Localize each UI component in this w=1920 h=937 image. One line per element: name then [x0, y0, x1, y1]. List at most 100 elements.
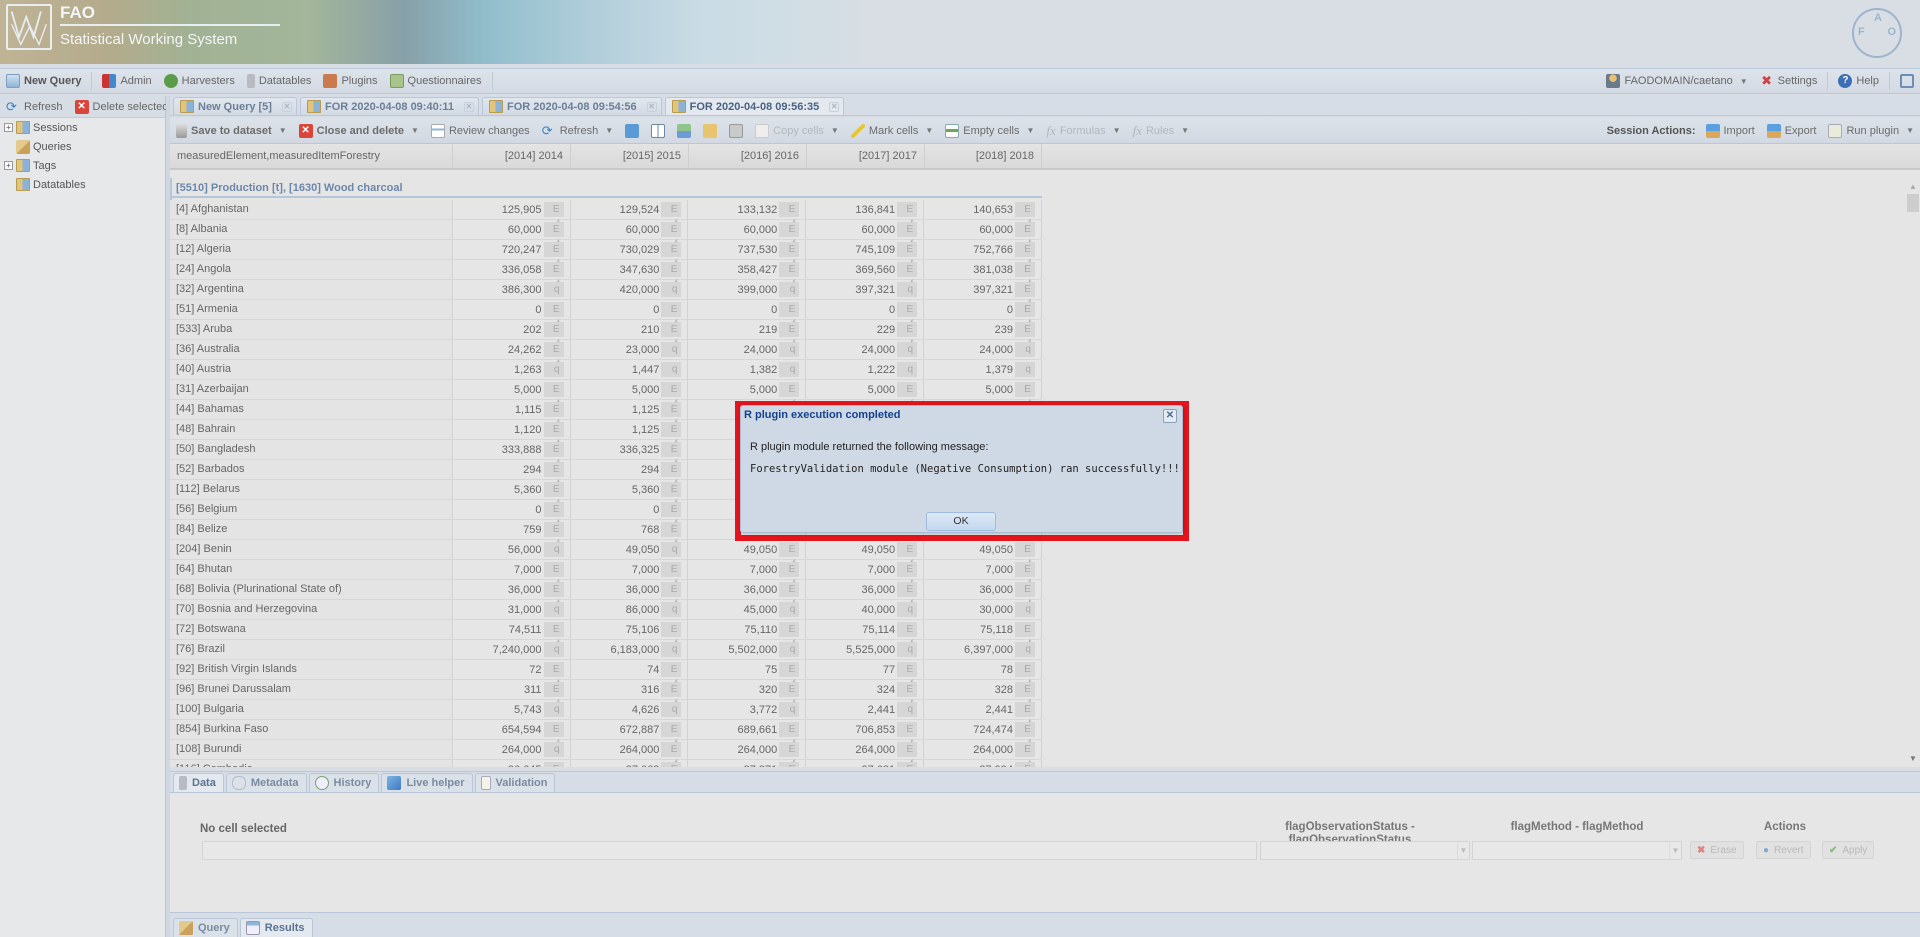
value-cell[interactable]: 5,000E f: [688, 380, 807, 410]
save-to-dataset-button[interactable]: Save to dataset ▼: [170, 118, 293, 143]
value-cell[interactable]: 36,000E f: [571, 580, 689, 610]
value-cell[interactable]: 6,183,000 q: [571, 640, 689, 659]
value-cell[interactable]: 724,474E f: [924, 720, 1042, 750]
value-cell[interactable]: 336,058E f: [453, 260, 571, 290]
row-label[interactable]: [52] Barbados: [170, 460, 453, 479]
value-cell[interactable]: 5,525,000 q: [806, 640, 925, 659]
value-cell[interactable]: 720,247E f: [453, 240, 571, 270]
row-label[interactable]: [4] Afghanistan: [170, 200, 453, 219]
value-cell[interactable]: 24,000 q: [924, 340, 1042, 359]
value-cell[interactable]: 210E f: [571, 320, 689, 350]
row-label[interactable]: [64] Bhutan: [170, 560, 453, 579]
close-icon[interactable]: ✕: [829, 101, 840, 112]
value-cell[interactable]: 75E f: [688, 660, 807, 690]
tab-session-3[interactable]: FOR 2020-04-08 09:56:35 ✕: [664, 97, 845, 115]
row-label[interactable]: [50] Bangladesh: [170, 440, 453, 459]
value-cell[interactable]: 229E f: [806, 320, 925, 350]
review-changes-button[interactable]: Review changes: [425, 118, 536, 143]
row-label[interactable]: [854] Burkina Faso: [170, 720, 453, 739]
value-cell[interactable]: 264,000 E f: [806, 740, 925, 767]
value-cell[interactable]: 86,000 q: [571, 600, 689, 619]
user-menu[interactable]: FAODOMAIN/caetano ▼: [1600, 69, 1753, 93]
row-label[interactable]: [100] Bulgaria: [170, 700, 453, 719]
row-label[interactable]: [40] Austria: [170, 360, 453, 379]
tab-history[interactable]: History: [308, 773, 380, 792]
value-cell[interactable]: 1,125E f: [571, 420, 689, 450]
close-icon[interactable]: ✕: [1163, 409, 1177, 423]
value-cell[interactable]: 689,661E f: [688, 720, 807, 750]
admin-button[interactable]: Admin: [96, 69, 157, 93]
value-cell[interactable]: 759E f: [453, 520, 571, 550]
value-cell[interactable]: 133,132E f: [688, 200, 807, 230]
formulas-button[interactable]: fx Formulas ▼: [1040, 118, 1126, 143]
value-cell[interactable]: 5,000E f: [453, 380, 571, 410]
value-cell[interactable]: 0E f: [571, 500, 689, 530]
value-cell[interactable]: 381,038E f: [924, 260, 1042, 290]
value-cell[interactable]: 264,000E t: [924, 740, 1042, 767]
value-cell[interactable]: 320E f: [688, 680, 807, 710]
value-cell[interactable]: 129,524E f: [571, 200, 689, 230]
value-cell[interactable]: 294E f: [571, 460, 689, 490]
value-cell[interactable]: 369,560E f: [806, 260, 925, 290]
value-cell[interactable]: 74E f: [571, 660, 689, 690]
value-cell[interactable]: 7,000E f: [688, 560, 807, 590]
value-cell[interactable]: 5,000E f: [924, 380, 1042, 410]
column-header-2014[interactable]: [2014] 2014: [453, 144, 571, 168]
flag-observation-select[interactable]: ▼: [1260, 841, 1470, 860]
tab-validation[interactable]: Validation: [474, 773, 556, 792]
value-cell[interactable]: 5,360E f: [453, 480, 571, 510]
value-cell[interactable]: 347,630E f: [571, 260, 689, 290]
value-cell[interactable]: 294E f: [453, 460, 571, 490]
value-cell[interactable]: 324E f: [806, 680, 925, 710]
vertical-scrollbar[interactable]: ▲ ▼: [1906, 178, 1920, 767]
value-cell[interactable]: 1,222 q: [806, 360, 925, 379]
plugins-button[interactable]: Plugins: [317, 69, 383, 93]
tab-session-1[interactable]: FOR 2020-04-08 09:40:11 ✕: [299, 97, 479, 115]
value-cell[interactable]: 49,050 q: [571, 540, 689, 559]
row-label[interactable]: [204] Benin: [170, 540, 453, 559]
row-label[interactable]: [96] Brunei Darussalam: [170, 680, 453, 699]
maximize-button[interactable]: [1894, 69, 1920, 93]
row-label[interactable]: [31] Azerbaijan: [170, 380, 453, 399]
settings-button[interactable]: ✖ Settings: [1754, 69, 1824, 93]
value-cell[interactable]: 75,118E f: [924, 620, 1042, 650]
tree-item-sessions[interactable]: + Sessions: [0, 118, 165, 137]
value-cell[interactable]: 75,114E f: [806, 620, 925, 650]
value-cell[interactable]: 0E f: [806, 300, 925, 330]
value-cell[interactable]: 768E f: [571, 520, 689, 550]
scroll-thumb[interactable]: [1907, 194, 1919, 212]
value-cell[interactable]: 654,594E f: [453, 720, 571, 750]
expand-icon[interactable]: +: [4, 161, 13, 170]
value-cell[interactable]: 328E f: [924, 680, 1042, 710]
value-cell[interactable]: 1,115E f: [453, 400, 571, 430]
value-cell[interactable]: 60,000E f: [924, 220, 1042, 250]
value-cell[interactable]: 49,050E f: [924, 540, 1042, 570]
row-label[interactable]: [108] Burundi: [170, 740, 453, 759]
tab-results[interactable]: Results: [239, 918, 313, 937]
value-cell[interactable]: 706,853E f: [806, 720, 925, 750]
row-label[interactable]: [48] Bahrain: [170, 420, 453, 439]
mark-cells-button[interactable]: Mark cells ▼: [845, 118, 939, 143]
value-cell[interactable]: 397,321 q: [806, 280, 925, 299]
revert-button[interactable]: ● Revert: [1756, 841, 1811, 859]
columns-button[interactable]: [645, 118, 671, 143]
value-cell[interactable]: 333,888E f: [453, 440, 571, 470]
value-cell[interactable]: 7,000E f: [924, 560, 1042, 590]
flag-method-select[interactable]: ▼: [1472, 841, 1682, 860]
column-header-2018[interactable]: [2018] 2018: [925, 144, 1042, 168]
pivot-button[interactable]: [619, 118, 645, 143]
scroll-down-icon[interactable]: ▼: [1909, 754, 1917, 763]
value-cell[interactable]: 72E f: [453, 660, 571, 690]
column-header-2015[interactable]: [2015] 2015: [571, 144, 689, 168]
value-cell[interactable]: 2,441E f: [924, 700, 1042, 730]
value-cell[interactable]: 36,000E f: [806, 580, 925, 610]
tab-live-helper[interactable]: Live helper: [381, 773, 473, 792]
value-cell[interactable]: 1,379 q: [924, 360, 1042, 379]
value-cell[interactable]: 1,447 q: [571, 360, 689, 379]
value-cell[interactable]: 672,887E f: [571, 720, 689, 750]
value-cell[interactable]: 0E f: [453, 300, 571, 330]
value-cell[interactable]: 397,321E f: [924, 280, 1042, 310]
value-cell[interactable]: 40,000 q: [806, 600, 925, 619]
value-cell[interactable]: 37,063E f: [571, 760, 689, 767]
value-cell[interactable]: 0E f: [571, 300, 689, 330]
